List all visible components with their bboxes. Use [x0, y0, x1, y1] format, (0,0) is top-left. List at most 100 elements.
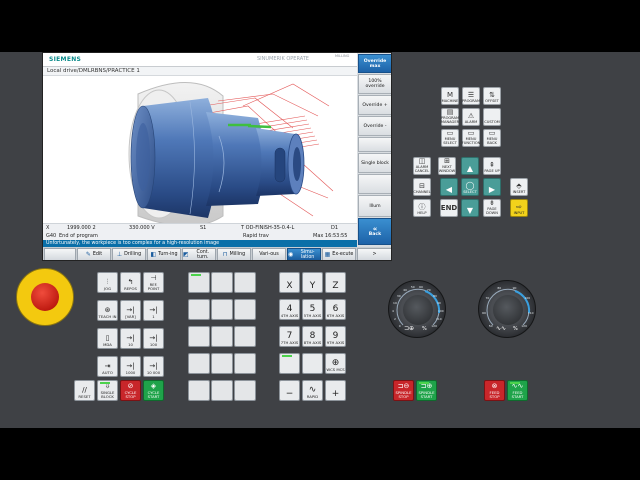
channel-key[interactable]: ⊟ CHANNEL: [413, 178, 431, 196]
axis-key-14-key[interactable]: +: [325, 380, 346, 401]
softkey-100-override[interactable]: 100% override: [358, 74, 391, 94]
program-key[interactable]: ☰ PROGRAM: [462, 87, 480, 105]
nav-key-2-key[interactable]: ▲: [461, 157, 479, 175]
hsoftkey-turning[interactable]: ◧ Turn-ing: [147, 248, 181, 260]
custom-key[interactable]: [188, 353, 210, 374]
custom-key[interactable]: [234, 299, 256, 320]
feed-start-key[interactable]: ∿∿ FEED START: [507, 380, 528, 401]
repos-key[interactable]: ↰ REPOS: [120, 272, 141, 293]
feed-stop-key[interactable]: ⊗ FEED STOP: [484, 380, 505, 401]
menu-back-key[interactable]: ▭ MENU BACK: [483, 129, 501, 147]
softkey-blank-1[interactable]: [358, 137, 391, 152]
softkey-illum[interactable]: Illum: [358, 195, 391, 217]
custom-key[interactable]: [188, 380, 210, 401]
page-up-key[interactable]: ⇞ PAGE UP: [483, 157, 501, 175]
custom-key[interactable]: [188, 272, 210, 293]
feed-override-dial[interactable]: ∿∿ % 50 60 70 80 90 100 110 120: [478, 280, 536, 338]
10-000-key[interactable]: →| 10 000: [143, 356, 164, 377]
hsoftkey-simulation[interactable]: ◉ Simu-lation: [287, 248, 321, 260]
jog-key[interactable]: ⫶ JOG: [97, 272, 118, 293]
page-down-key[interactable]: ⇟ PAGE DOWN: [483, 199, 501, 217]
4th-axis-key[interactable]: 4 4TH AXIS: [279, 299, 300, 320]
100-key[interactable]: →| 100: [143, 328, 164, 349]
softkey-override-plus[interactable]: Override +: [358, 95, 391, 115]
select-key[interactable]: ◯ SELECT: [461, 178, 479, 196]
reset-key[interactable]: //RESET: [74, 380, 95, 401]
custom-key[interactable]: [234, 326, 256, 347]
dial-knob[interactable]: [493, 295, 523, 325]
next-window-key[interactable]: ⊞ NEXT WINDOW: [438, 157, 456, 175]
single-block-key[interactable]: ⇩ SINGLE BLOCK: [97, 380, 118, 401]
10-key[interactable]: →| 10: [120, 328, 141, 349]
channel-icon: ⊟: [419, 182, 425, 190]
custom-key[interactable]: [234, 353, 256, 374]
nav-key-7-key[interactable]: ▶: [483, 178, 501, 196]
program-manager-key[interactable]: ▤ PROGRAM MANAGER: [441, 108, 459, 126]
custom-key[interactable]: [211, 272, 233, 293]
input-key[interactable]: ⇨ INPUT: [510, 199, 528, 217]
help-key[interactable]: ⓘ HELP: [413, 199, 431, 217]
softkey-override-minus[interactable]: Override -: [358, 116, 391, 136]
hsoftkey-milling[interactable]: ⊓ Milling: [217, 248, 251, 260]
custom-key[interactable]: [211, 353, 233, 374]
custom-key[interactable]: [211, 326, 233, 347]
custom-key[interactable]: CUSTOM: [483, 108, 501, 126]
6th-axis-key[interactable]: 6 6TH AXIS: [325, 299, 346, 320]
hsoftkey-drilling[interactable]: ⊥ Drilling: [112, 248, 146, 260]
spindle-override-dial[interactable]: ⊐⊕ % 0 2 4 10 30 40 50 60 70 80 90 100 110 120: [388, 280, 446, 338]
menu-select-key[interactable]: ▭ MENU SELECT: [441, 129, 459, 147]
alarm-key[interactable]: ⚠ ALARM: [462, 108, 480, 126]
hsoftkey-various[interactable]: Vari-ous: [252, 248, 286, 260]
hsoftkey-cont-turn[interactable]: ◩ Cont. turn.: [182, 248, 216, 260]
8th-axis-key[interactable]: 8 8TH AXIS: [302, 326, 323, 347]
z-key[interactable]: Z: [325, 272, 346, 293]
teach-in-key[interactable]: ⊛ TEACH IN: [97, 300, 118, 321]
softkey-back[interactable]: «Back: [358, 218, 391, 245]
custom-key[interactable]: [188, 326, 210, 347]
hsoftkey-edit[interactable]: ✎ Edit: [77, 248, 111, 260]
custom-key[interactable]: [234, 272, 256, 293]
offset-key[interactable]: ⇅ OFFSET: [483, 87, 501, 105]
axis-key-10-key[interactable]: [302, 353, 323, 374]
5th-axis-key[interactable]: 5 5TH AXIS: [302, 299, 323, 320]
cycle-stop-key[interactable]: ⊘ CYCLE STOP: [120, 380, 141, 401]
nav-key-5-key[interactable]: ◀: [440, 178, 458, 196]
custom-key[interactable]: [234, 380, 256, 401]
1-key[interactable]: →| 1: [143, 300, 164, 321]
var-key[interactable]: →| [VAR]: [120, 300, 141, 321]
machine-key[interactable]: M MACHINE: [441, 87, 459, 105]
9th-axis-key[interactable]: 9 9TH AXIS: [325, 326, 346, 347]
emergency-stop-button[interactable]: [31, 283, 59, 311]
hsoftkey-execute[interactable]: ▦ Ex-ecute: [322, 248, 356, 260]
custom-key[interactable]: [188, 299, 210, 320]
ref-point-key[interactable]: ⊣ REF. POINT: [143, 272, 164, 293]
spindle-start-key[interactable]: ⊐⊕ SPINDLE START: [416, 380, 437, 401]
custom-key[interactable]: [211, 299, 233, 320]
nav-key-11-key[interactable]: ▼: [461, 199, 479, 217]
1000-key[interactable]: →| 1000: [120, 356, 141, 377]
softkey-override-max[interactable]: Override max: [358, 54, 391, 73]
axis-key-9-key[interactable]: [279, 353, 300, 374]
spindle-stop-key[interactable]: ⊐⊖ SPINDLE STOP: [393, 380, 414, 401]
simulation-viewport[interactable]: [43, 76, 357, 223]
hsoftkey-next[interactable]: >: [357, 248, 391, 260]
softkey-blank-2[interactable]: [358, 174, 391, 194]
7th-axis-key[interactable]: 7 7TH AXIS: [279, 326, 300, 347]
dial-knob[interactable]: [403, 295, 433, 325]
mda-key[interactable]: ▯ MDA: [97, 328, 118, 349]
insert-key[interactable]: ⬘ INSERT: [510, 178, 528, 196]
hsoftkey-blank[interactable]: [44, 248, 76, 260]
y-key[interactable]: Y: [302, 272, 323, 293]
cycle-start-key[interactable]: ◈ CYCLE START: [143, 380, 164, 401]
softkey-single-block[interactable]: Single block: [358, 153, 391, 173]
rapid-key[interactable]: ∿ RAPID: [302, 380, 323, 401]
alarm-cancel-key[interactable]: ◫ ALARM CANCEL: [413, 157, 431, 175]
end-key[interactable]: END: [440, 199, 458, 217]
menu-function-key[interactable]: ▭ MENU FUNCTION: [462, 129, 480, 147]
wcs-mcs-key[interactable]: ⊕ WCS MCS: [325, 353, 346, 374]
x-key[interactable]: X: [279, 272, 300, 293]
auto-key[interactable]: ⇥ AUTO: [97, 356, 118, 377]
key-label: 10: [128, 342, 133, 347]
axis-key-12-key[interactable]: −: [279, 380, 300, 401]
custom-key[interactable]: [211, 380, 233, 401]
